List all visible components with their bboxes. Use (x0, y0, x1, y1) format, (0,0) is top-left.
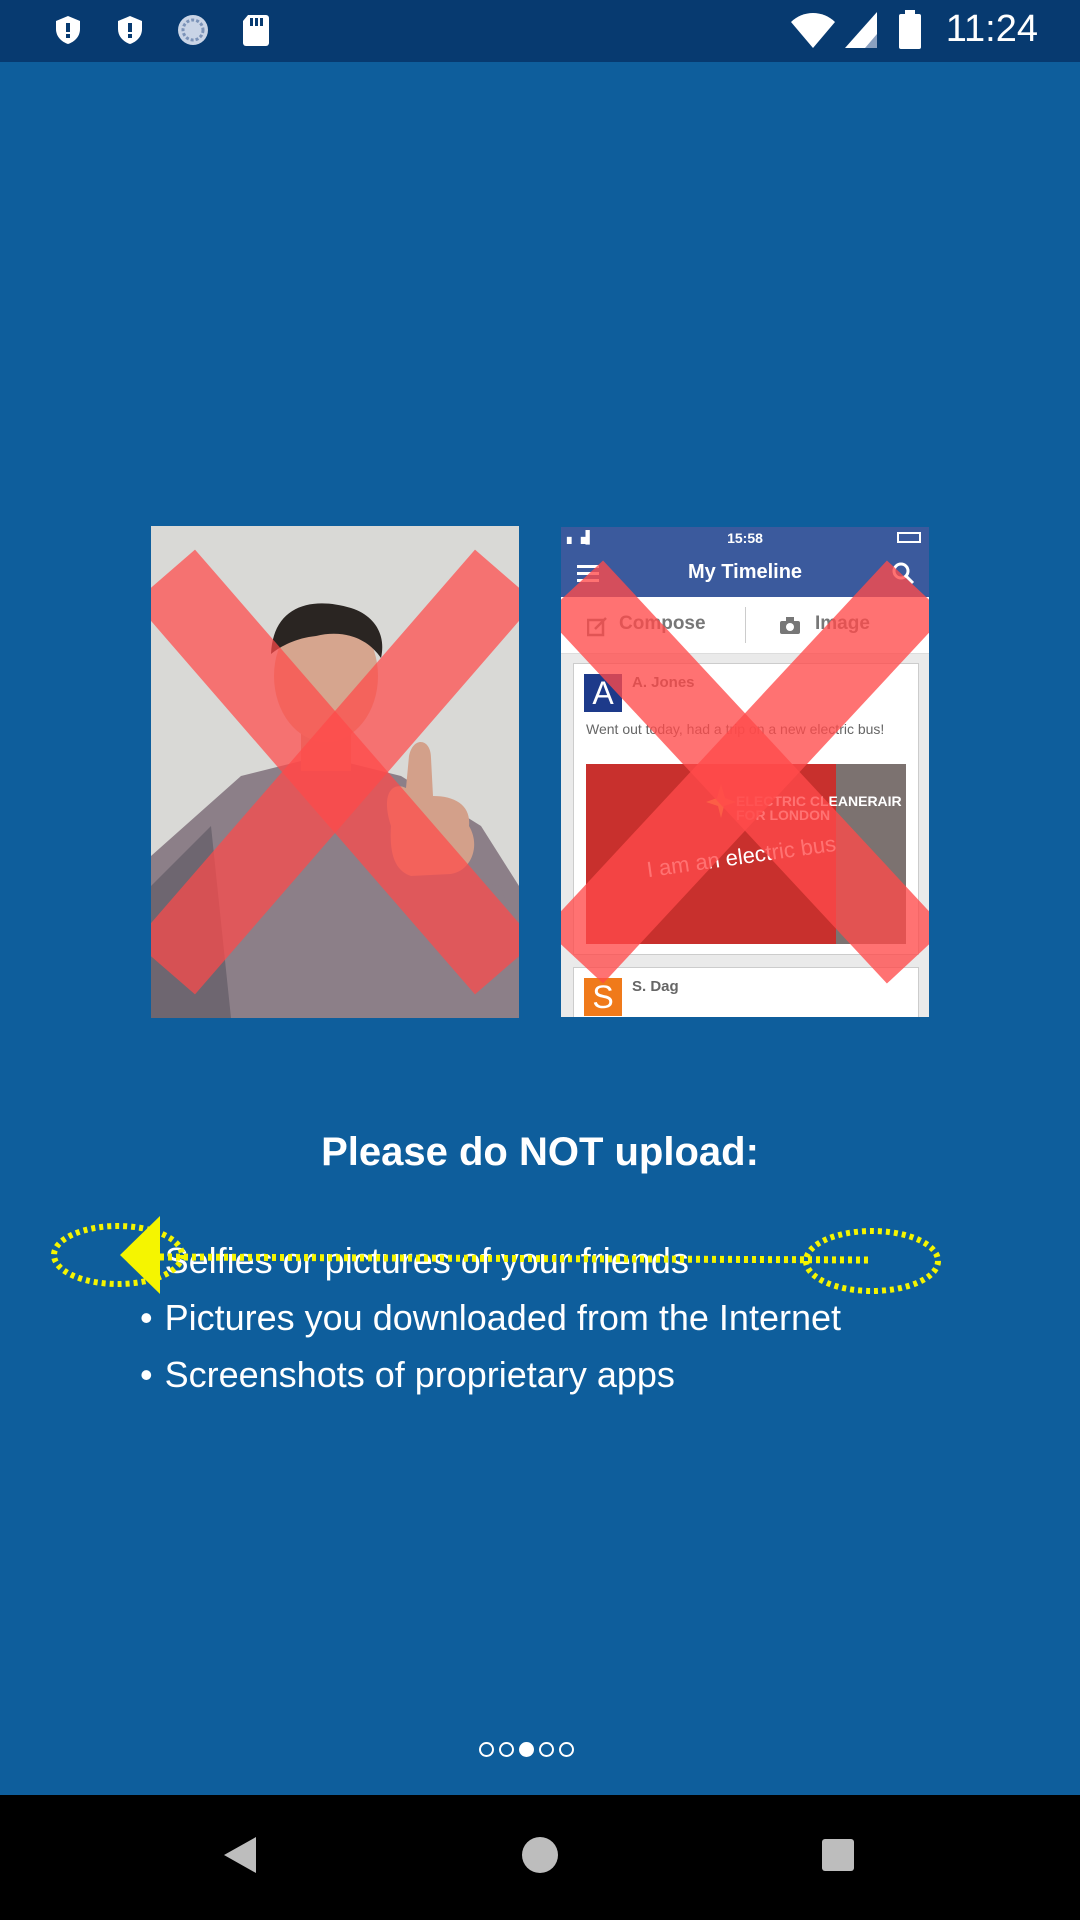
mockup-status-time: 15:58 (727, 530, 763, 546)
shield-icon (56, 16, 80, 44)
app-screenshot-example: ▖▗▌ 15:58 My Timeline Compose Image A A.… (561, 527, 929, 1017)
list-item: Screenshots of proprietary apps (140, 1346, 841, 1403)
selfie-illustration (151, 526, 519, 1018)
page-dot[interactable] (539, 1742, 554, 1757)
page-heading: Please do NOT upload: (321, 1130, 759, 1174)
page-dot-active[interactable] (519, 1742, 534, 1757)
wifi-icon (791, 13, 835, 48)
mockup-image-label: Image (815, 613, 870, 634)
page-indicator (479, 1742, 574, 1766)
sd-card-icon (243, 15, 269, 46)
shield-icon (118, 16, 142, 44)
bus-brand-text: ELECTRIC CLEANERAIR FOR LONDON (736, 793, 902, 823)
mockup-post-image: ELECTRIC CLEANERAIR FOR LONDON I am an e… (586, 764, 906, 944)
mockup-status-bar: ▖▗▌ 15:58 (561, 527, 929, 549)
bus-logo-icon (706, 784, 736, 818)
mockup-avatar: A (584, 674, 622, 712)
mockup-camera-icon (780, 617, 800, 634)
status-time: 11:24 (945, 8, 1038, 50)
mockup-post-author: A. Jones (632, 674, 695, 691)
page-dot[interactable] (479, 1742, 494, 1757)
mockup-action-row: Compose Image (561, 597, 929, 654)
mockup-compose-label: Compose (619, 613, 706, 634)
mockup-action-divider (745, 607, 746, 643)
mockup-post-card: A A. Jones Went out today, had a trip on… (573, 663, 919, 955)
battery-icon (899, 10, 921, 49)
signal-icon (845, 12, 877, 48)
home-icon[interactable] (520, 1835, 560, 1875)
mockup-compose-icon (587, 617, 607, 637)
mockup-app-title: My Timeline (687, 561, 803, 583)
bus-window (836, 764, 906, 944)
mockup-avatar: S (584, 978, 622, 1016)
mockup-battery-icon (897, 532, 921, 543)
swipe-path-line (159, 1253, 871, 1264)
mockup-post-author: S. Dag (632, 978, 679, 995)
page-dot[interactable] (559, 1742, 574, 1757)
mockup-app-bar: My Timeline (561, 549, 929, 597)
page-dot[interactable] (499, 1742, 514, 1757)
mockup-search-icon (892, 562, 915, 585)
mockup-post-text: Went out today, had a trip on a new elec… (586, 721, 885, 737)
selfie-example-image (151, 526, 519, 1018)
status-bar: 11:24 (0, 0, 1080, 62)
mockup-post-card: S S. Dag (573, 967, 919, 1017)
back-icon[interactable] (222, 1835, 258, 1875)
navigation-bar (0, 1795, 1080, 1920)
swipe-left-annotation (51, 1216, 941, 1294)
bus-caption: I am an electric bus (645, 830, 838, 883)
sync-icon (178, 15, 208, 45)
recents-icon[interactable] (820, 1837, 856, 1873)
